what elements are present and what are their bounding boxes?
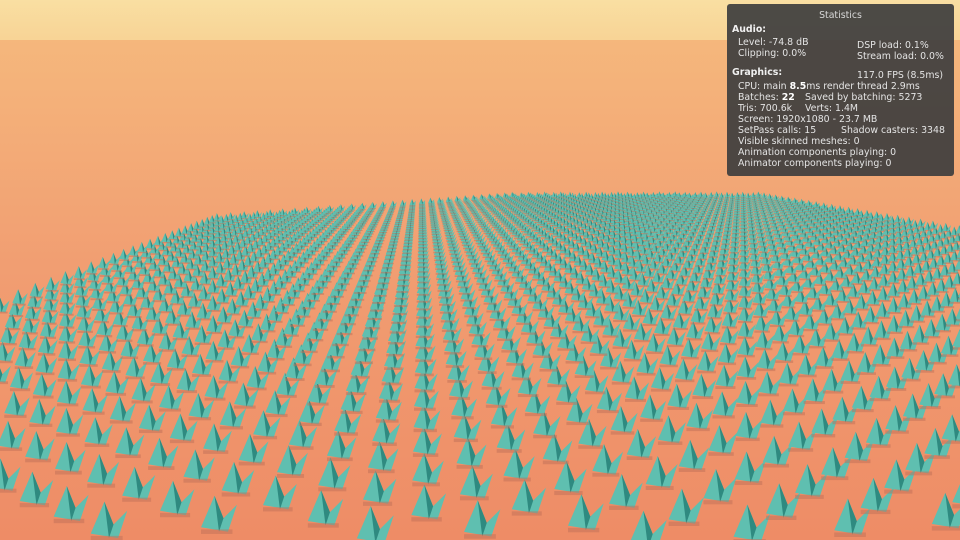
dsp-load: DSP load: 0.1%: [857, 40, 929, 51]
audio-header: Audio:: [732, 24, 767, 35]
cpu-time: CPU: main 8.5ms render thread 2.9ms: [738, 81, 920, 92]
fps-readout: 117.0 FPS (8.5ms): [857, 70, 944, 81]
batches: Batches: 22: [738, 92, 795, 103]
audio-level: Level: -74.8 dB: [738, 37, 809, 48]
statistics-panel: Statistics Audio: Level: -74.8 dB DSP lo…: [727, 4, 954, 176]
statistics-title: Statistics: [819, 10, 862, 21]
audio-clipping: Clipping: 0.0%: [738, 48, 807, 59]
tris-count: Tris: 700.6k: [738, 103, 793, 114]
setpass-calls: SetPass calls: 15: [738, 125, 817, 136]
visible-skinned-meshes: Visible skinned meshes: 0: [738, 136, 860, 147]
graphics-header: Graphics:: [732, 67, 783, 78]
saved-by-batching: Saved by batching: 5273: [805, 92, 923, 103]
stream-load: Stream load: 0.0%: [857, 51, 944, 62]
animator-components: Animator components playing: 0: [738, 158, 892, 169]
verts-count: Verts: 1.4M: [805, 103, 859, 114]
shadow-casters: Shadow casters: 3348: [841, 125, 945, 136]
animation-components: Animation components playing: 0: [738, 147, 897, 158]
screen-info: Screen: 1920x1080 - 23.7 MB: [738, 114, 878, 125]
